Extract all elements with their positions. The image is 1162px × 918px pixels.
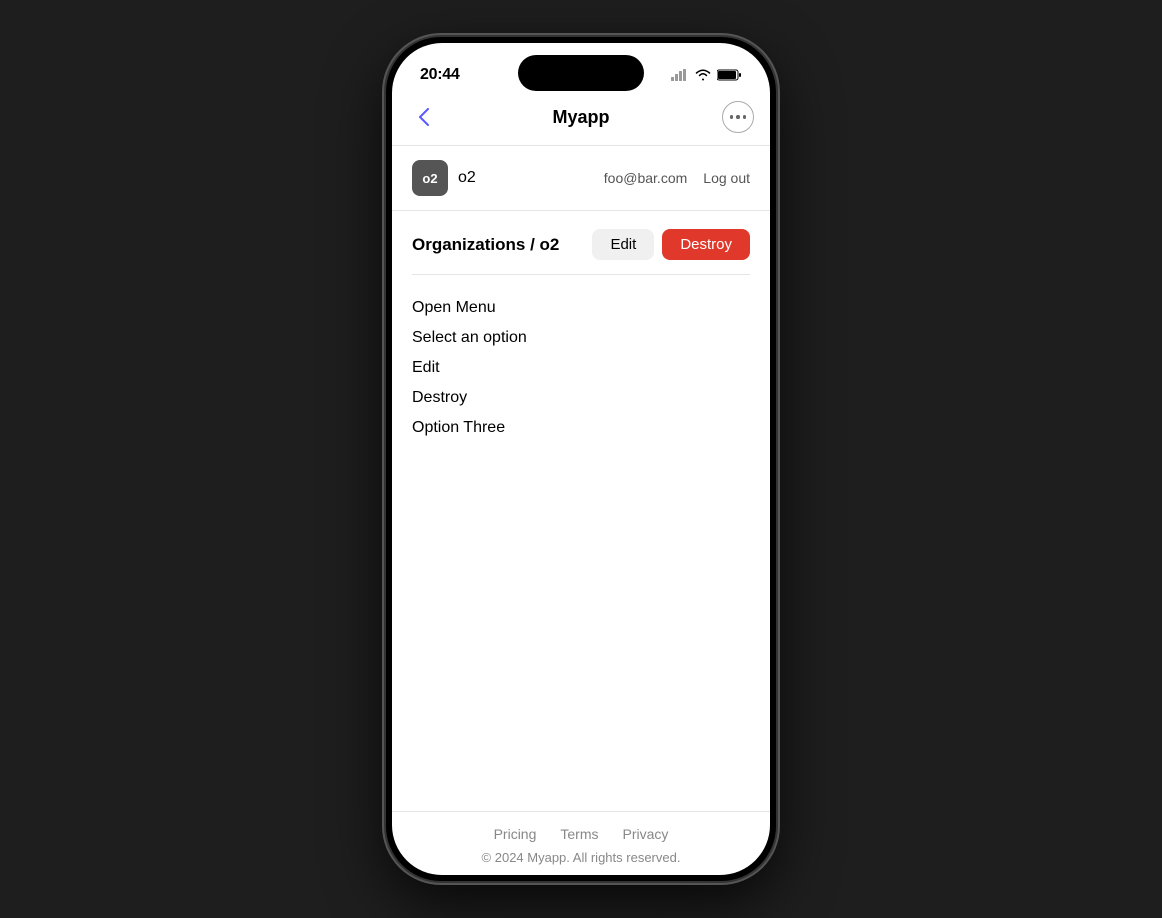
action-buttons: Edit Destroy <box>592 229 750 260</box>
status-time: 20:44 <box>420 66 459 84</box>
user-email: foo@bar.com <box>604 170 687 186</box>
phone-screen: 20:44 <box>392 43 770 875</box>
nav-title: Myapp <box>552 107 609 128</box>
phone-frame: 20:44 <box>386 37 776 881</box>
footer: Pricing Terms Privacy © 2024 Myapp. All … <box>392 811 770 875</box>
user-name: o2 <box>458 169 604 187</box>
menu-section: Open Menu Select an option Edit Destroy … <box>412 275 750 461</box>
dot <box>730 115 734 119</box>
battery-icon <box>717 69 742 81</box>
footer-copyright: © 2024 Myapp. All rights reserved. <box>392 850 770 865</box>
logout-button[interactable]: Log out <box>703 170 750 186</box>
wifi-icon <box>695 69 711 81</box>
footer-link-terms[interactable]: Terms <box>560 826 598 842</box>
signal-icon <box>671 69 689 81</box>
dynamic-island <box>518 55 644 91</box>
menu-item-destroy[interactable]: Destroy <box>412 383 750 413</box>
menu-item-edit[interactable]: Edit <box>412 353 750 383</box>
destroy-button[interactable]: Destroy <box>662 229 750 260</box>
footer-link-pricing[interactable]: Pricing <box>494 826 537 842</box>
menu-item-open-menu[interactable]: Open Menu <box>412 293 750 323</box>
menu-item-option-three[interactable]: Option Three <box>412 413 750 443</box>
footer-link-privacy[interactable]: Privacy <box>623 826 669 842</box>
nav-bar: Myapp <box>392 93 770 146</box>
edit-button[interactable]: Edit <box>592 229 654 260</box>
more-options-button[interactable] <box>722 101 754 133</box>
user-row: o2 o2 foo@bar.com Log out <box>392 146 770 211</box>
breadcrumb: Organizations / o2 <box>412 235 559 255</box>
footer-links: Pricing Terms Privacy <box>392 826 770 842</box>
back-button[interactable] <box>408 101 440 133</box>
avatar: o2 <box>412 160 448 196</box>
content-area: Organizations / o2 Edit Destroy Open Men… <box>392 211 770 811</box>
status-icons <box>671 69 742 81</box>
breadcrumb-row: Organizations / o2 Edit Destroy <box>412 211 750 275</box>
dot <box>743 115 747 119</box>
dot <box>736 115 740 119</box>
menu-item-select-option[interactable]: Select an option <box>412 323 750 353</box>
